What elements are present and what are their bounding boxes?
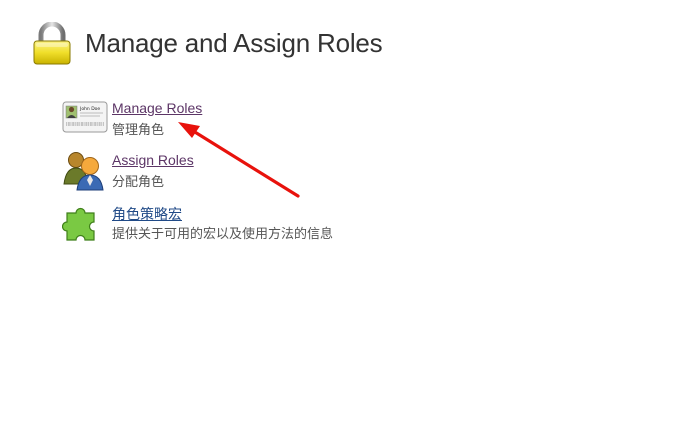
assign-roles-item[interactable]: Assign Roles 分配角色: [62, 150, 402, 194]
lock-icon: [33, 22, 71, 65]
assign-roles-link[interactable]: Assign Roles: [112, 152, 194, 168]
id-card-icon: John Doe: [62, 101, 108, 133]
page-title: Manage and Assign Roles: [85, 28, 383, 58]
role-strategy-macros-description: 提供关于可用的宏以及使用方法的信息: [112, 226, 334, 241]
role-strategy-macros-item[interactable]: 角色策略宏 提供关于可用的宏以及使用方法的信息: [62, 202, 402, 246]
manage-roles-description: 管理角色: [112, 122, 165, 137]
id-card-name: John Doe: [79, 106, 100, 112]
role-strategy-macros-link[interactable]: 角色策略宏: [112, 204, 182, 224]
manage-roles-link[interactable]: Manage Roles: [112, 100, 202, 116]
manage-roles-item[interactable]: John Doe Manage Roles 管理角色: [62, 98, 402, 142]
page-header: Manage and Assign Roles: [32, 22, 632, 66]
assign-roles-description: 分配角色: [112, 174, 165, 189]
users-icon: [63, 152, 104, 191]
puzzle-piece-icon: [62, 207, 95, 241]
